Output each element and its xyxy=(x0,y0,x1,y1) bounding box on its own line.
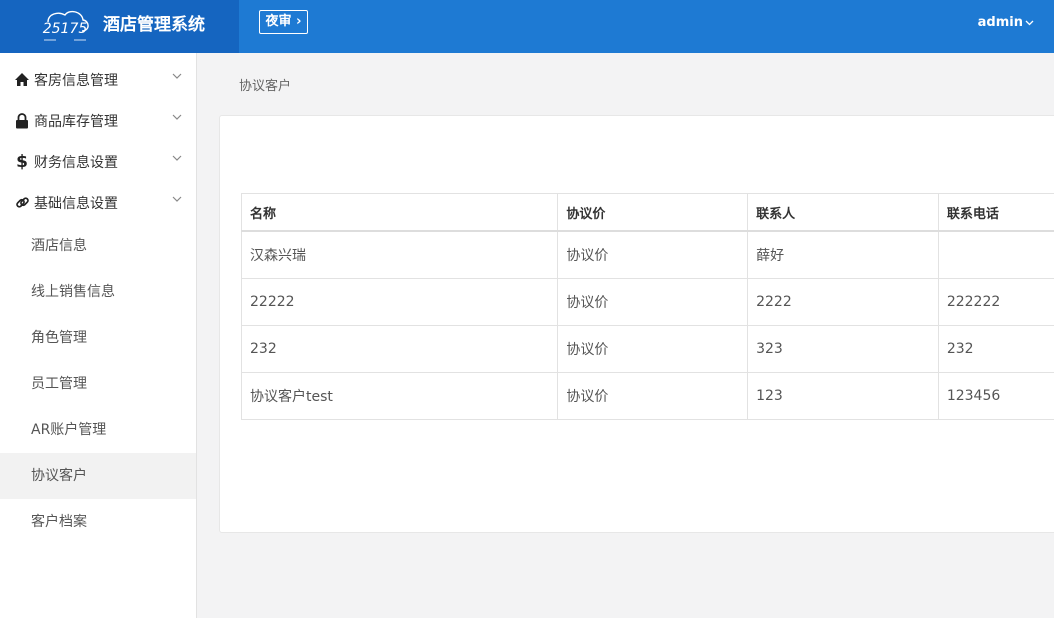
sidebar-group-label: 商品库存管理 xyxy=(34,113,118,130)
column-header-contact[interactable]: 联系人 xyxy=(747,193,939,232)
cell-price: 协议价 xyxy=(557,278,749,326)
table-header-row: 名称 协议价 联系人 联系电话 xyxy=(240,193,1054,232)
agreement-clients-table: 名称 协议价 联系人 联系电话 汉森兴瑞 协议价 薛好 22222 协议价 22… xyxy=(240,193,1054,420)
sidebar-group-label: 客房信息管理 xyxy=(34,72,118,89)
top-header: 25175 酒店管理系统 夜审 › admin xyxy=(0,0,1054,53)
content-panel: 名称 协议价 联系人 联系电话 汉森兴瑞 协议价 薛好 22222 协议价 22… xyxy=(219,115,1054,533)
link-icon xyxy=(14,195,30,211)
sidebar-item-ar-accounts[interactable]: AR账户管理 xyxy=(0,407,196,453)
chevron-down-icon xyxy=(172,155,182,161)
sidebar-group-label: 基础信息设置 xyxy=(34,195,118,212)
cell-contact: 323 xyxy=(747,325,939,373)
night-audit-button[interactable]: 夜审 › xyxy=(259,10,308,34)
night-audit-label: 夜审 xyxy=(265,14,292,29)
sidebar-group-label: 财务信息设置 xyxy=(34,154,118,171)
cell-phone xyxy=(937,230,1054,279)
cell-name: 协议客户test xyxy=(240,372,559,420)
chevron-down-icon xyxy=(172,114,182,120)
chevron-down-icon xyxy=(172,73,182,79)
brand-area: 25175 酒店管理系统 xyxy=(0,0,239,53)
app-title: 酒店管理系统 xyxy=(103,15,205,35)
sidebar-group-inventory[interactable]: 商品库存管理 xyxy=(0,100,196,141)
dollar-icon: $ xyxy=(16,151,28,172)
sidebar-group-basic-settings[interactable]: 基础信息设置 xyxy=(0,182,196,223)
username: admin xyxy=(977,15,1023,30)
sidebar-item-employees[interactable]: 员工管理 xyxy=(0,361,196,407)
cell-name: 汉森兴瑞 xyxy=(240,230,559,279)
lock-icon xyxy=(14,112,30,129)
sidebar-item-hotel-info[interactable]: 酒店信息 xyxy=(0,223,196,269)
breadcrumb: 协议客户 xyxy=(239,79,292,94)
table-row[interactable]: 232 协议价 323 232 xyxy=(240,325,1054,373)
column-header-name[interactable]: 名称 xyxy=(240,193,559,232)
cell-phone: 232 xyxy=(937,325,1054,373)
cell-name: 232 xyxy=(240,325,559,373)
svg-text:25175: 25175 xyxy=(43,21,88,37)
cell-contact: 123 xyxy=(747,372,939,420)
sidebar: 客房信息管理 商品库存管理 $ 财务信息设置 基础信息设置 酒店信息 线上销售信… xyxy=(0,53,197,618)
cell-price: 协议价 xyxy=(557,230,749,279)
home-icon xyxy=(14,72,30,88)
sidebar-group-finance[interactable]: $ 财务信息设置 xyxy=(0,141,196,182)
table-row[interactable]: 22222 协议价 2222 222222 xyxy=(240,278,1054,326)
sidebar-item-online-sales[interactable]: 线上销售信息 xyxy=(0,269,196,315)
chevron-down-icon xyxy=(172,196,182,202)
column-header-phone[interactable]: 联系电话 xyxy=(937,193,1054,232)
sidebar-item-agreement-clients[interactable]: 协议客户 xyxy=(0,453,196,499)
cell-price: 协议价 xyxy=(557,372,749,420)
table-row[interactable]: 协议客户test 协议价 123 123456 xyxy=(240,372,1054,420)
cell-price: 协议价 xyxy=(557,325,749,373)
sidebar-group-rooms[interactable]: 客房信息管理 xyxy=(0,59,196,100)
sidebar-item-client-profiles[interactable]: 客户档案 xyxy=(0,499,196,545)
cell-phone: 123456 xyxy=(937,372,1054,420)
sidebar-item-roles[interactable]: 角色管理 xyxy=(0,315,196,361)
user-menu[interactable]: admin xyxy=(978,14,1034,32)
cell-contact: 2222 xyxy=(747,278,939,326)
column-header-price[interactable]: 协议价 xyxy=(557,193,749,232)
cell-phone: 222222 xyxy=(937,278,1054,326)
cell-name: 22222 xyxy=(240,278,559,326)
cell-contact: 薛好 xyxy=(747,230,939,279)
chevron-right-icon: › xyxy=(291,14,302,29)
chevron-down-icon xyxy=(1025,20,1034,25)
table-row[interactable]: 汉森兴瑞 协议价 薛好 xyxy=(240,230,1054,279)
logo-icon: 25175 xyxy=(43,10,89,41)
